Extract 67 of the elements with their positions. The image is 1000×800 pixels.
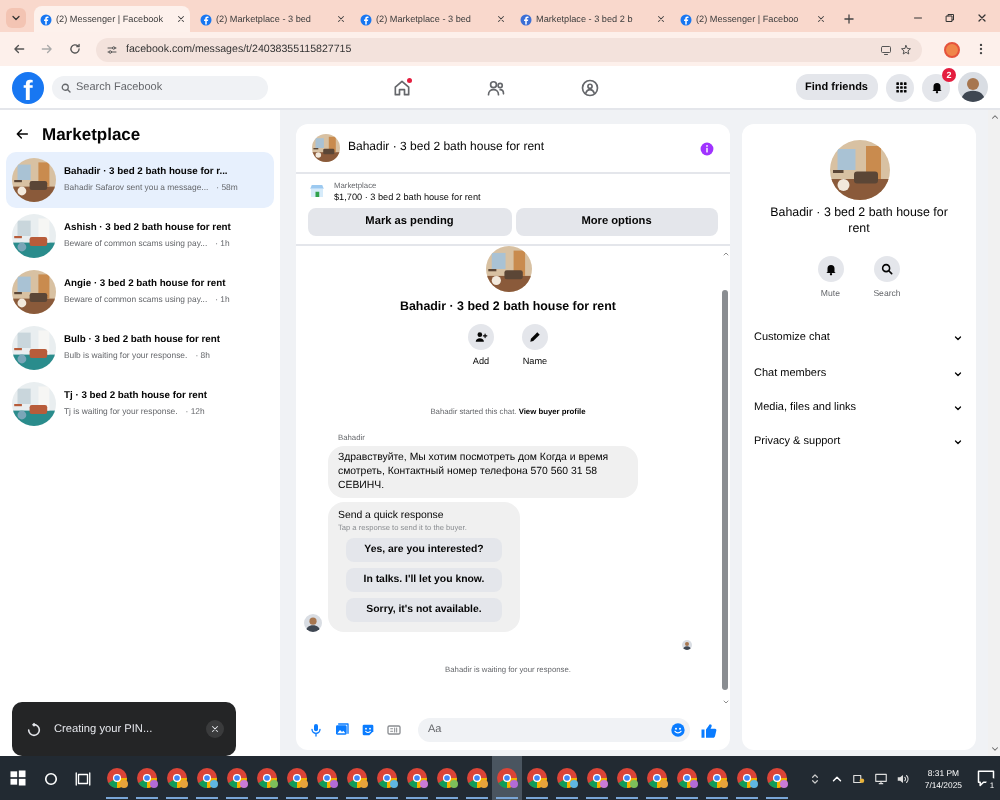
network-icon[interactable] [874,771,889,785]
gif-icon[interactable] [386,722,402,738]
photo-icon[interactable] [334,722,350,738]
screen-icon[interactable] [880,43,892,55]
browser-icon[interactable] [492,756,522,800]
groups-icon[interactable] [580,77,600,97]
thumbs-up-icon[interactable] [700,721,718,739]
minimize-icon[interactable] [912,12,924,24]
notification-icon[interactable] [976,768,996,788]
name-button[interactable] [522,324,548,350]
grid-icon [893,80,907,94]
close-icon[interactable] [496,14,506,24]
site-settings-icon[interactable] [106,43,118,55]
site-icon [680,13,692,25]
start-icon[interactable] [8,768,28,788]
marketplace-icon [308,182,326,200]
seen-avatar [682,640,692,651]
close-button[interactable] [206,720,224,738]
close-icon[interactable] [656,14,666,24]
plus-icon[interactable] [842,12,856,26]
add-button[interactable] [468,324,494,350]
restore-icon[interactable] [944,12,956,24]
security-icon[interactable] [852,771,867,785]
menu-button[interactable] [886,73,914,101]
star-icon[interactable] [900,43,912,55]
spinner-icon [26,721,42,737]
mute-button[interactable] [817,255,844,282]
back-icon[interactable] [14,126,30,142]
search-button[interactable] [874,255,900,282]
scroll-arrows-icon[interactable] [808,771,823,785]
task-view-icon[interactable] [74,769,92,787]
search-icon [880,261,894,276]
close-icon[interactable] [976,12,988,24]
close-icon[interactable] [336,14,346,24]
bell-icon [823,261,838,276]
page-scrollbar[interactable] [988,110,1000,756]
avatar [958,72,988,102]
site-icon [40,13,52,25]
pencil-icon [528,330,542,344]
caret-icon [10,12,22,24]
menu-icon[interactable] [974,42,988,56]
sticker-icon[interactable] [360,722,376,738]
add-person-icon [474,330,488,344]
friends-icon[interactable] [486,77,506,97]
sender-avatar [304,614,322,633]
site-icon [520,13,532,25]
up-icon [989,112,999,122]
site-icon [200,13,212,25]
back-icon[interactable] [12,42,26,56]
bell-icon [929,80,943,94]
search-icon[interactable] [42,769,60,787]
mic-icon[interactable] [308,722,324,738]
logo[interactable]: f [12,71,44,103]
site-icon [360,13,372,25]
emoji-icon[interactable] [670,722,686,738]
sidebar-title: Marketplace [42,124,141,144]
home-icon[interactable] [392,77,412,97]
close-icon[interactable] [176,14,186,24]
volume-icon[interactable] [896,771,911,785]
down-icon [989,744,999,754]
tab-list-button[interactable] [6,8,26,28]
close-icon[interactable] [816,14,826,24]
profile-icon[interactable] [944,41,960,57]
close-icon [210,724,220,734]
search-icon [60,81,72,93]
info-icon[interactable] [700,141,714,155]
reload-icon[interactable] [68,42,82,56]
